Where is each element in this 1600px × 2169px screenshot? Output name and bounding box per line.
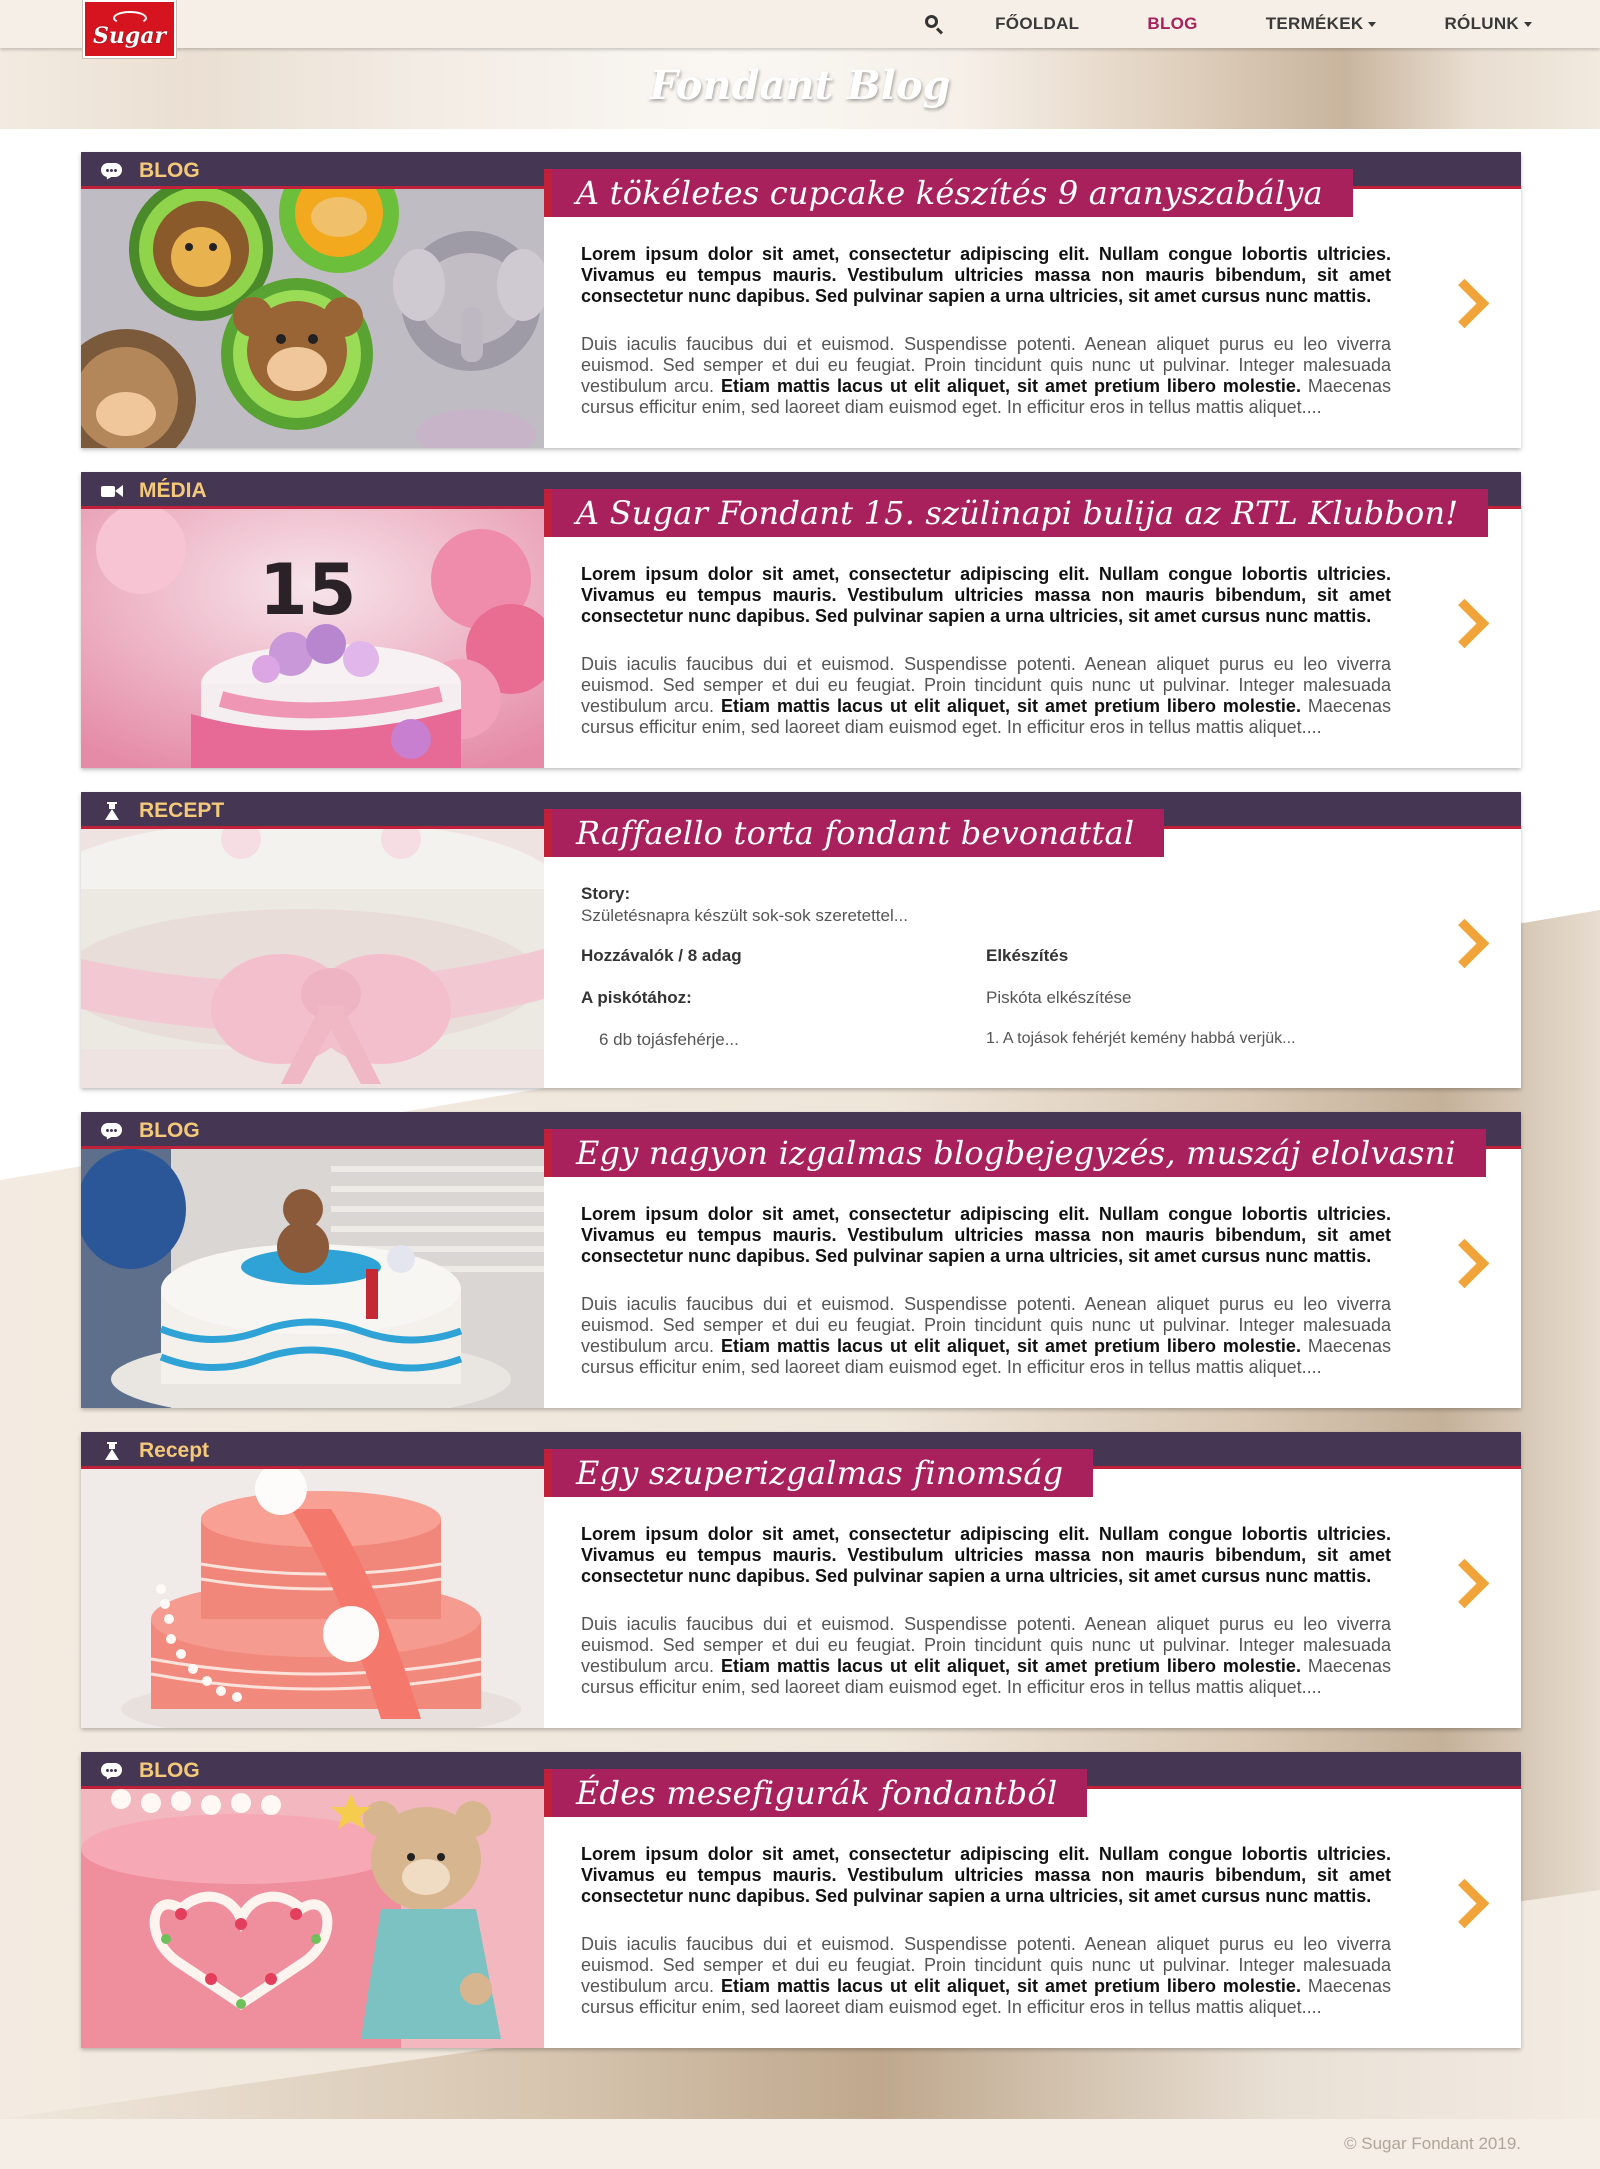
story-text: Születésnapra készült sok-sok szeretette… [581,906,908,925]
post-excerpt: Lorem ipsum dolor sit amet, consectetur … [581,1844,1391,2018]
nav-products-label: TERMÉKEK [1265,14,1364,33]
post-title-text: Raffaello torta fondant bevonattal [576,814,1135,852]
nav-blog[interactable]: BLOG [1147,14,1197,34]
sugar-logo[interactable]: Sugar [82,0,177,59]
post-title-text: A Sugar Fondant 15. szülinapi bulija az … [576,494,1459,532]
post-title[interactable]: Egy nagyon izgalmas blogbejegyzés, muszá… [544,1129,1486,1177]
copyright-text: © Sugar Fondant 2019. [1344,2134,1521,2153]
post-rest: Duis iaculis faucibus dui et euismod. Su… [581,1614,1391,1697]
ingredient-item: 6 db tojásfehérje... [599,1030,739,1049]
post-image-cupcakes[interactable] [81,189,544,448]
post-image-teddy-cake[interactable] [81,1789,544,2048]
post-excerpt: Lorem ipsum dolor sit amet, consectetur … [581,564,1391,738]
post-excerpt: Lorem ipsum dolor sit amet, consectetur … [581,244,1391,418]
chevron-right-icon[interactable] [1445,920,1475,970]
post-card[interactable]: Recept Egy szuperizgalmas finomság Lorem… [81,1432,1521,1728]
preparation-subheader: Piskóta elkészítése [986,988,1132,1007]
recipe-columns: Hozzávalók / 8 adag A piskótához: 6 db t… [581,946,1391,1050]
main-nav: FŐOLDAL BLOG TERMÉKEK RÓLUNK [923,0,1600,48]
chevron-right-icon[interactable] [1445,1560,1475,1610]
video-camera-icon [101,482,123,500]
nav-home-label: FŐOLDAL [995,14,1080,33]
post-title-text: Édes mesefigurák fondantból [576,1774,1058,1812]
post-title[interactable]: A Sugar Fondant 15. szülinapi bulija az … [544,489,1489,537]
flask-icon [101,1441,123,1460]
chat-bubble-icon [101,1122,123,1141]
post-card[interactable]: MÉDIA 15 A Sugar Fondant 15. szülinapi b… [81,472,1521,768]
logo-text: Sugar [92,23,167,49]
recipe-card[interactable]: RECEPT Raffaello torta fondant bevonatta… [81,792,1521,1088]
chevron-right-icon[interactable] [1445,1240,1475,1290]
category-label: BLOG [101,1752,200,1789]
post-lead: Lorem ipsum dolor sit amet, consectetur … [581,1204,1391,1266]
category-text: RECEPT [139,798,225,822]
post-card[interactable]: BLOG Egy nagyon izgalmas blogbejegyzés, … [81,1112,1521,1408]
post-excerpt: Lorem ipsum dolor sit amet, consectetur … [581,1524,1391,1698]
category-label: BLOG [101,1112,200,1149]
post-image-blue-cake[interactable] [81,1149,544,1408]
nav-products[interactable]: TERMÉKEK [1266,14,1377,34]
post-rest: Duis iaculis faucibus dui et euismod. Su… [581,654,1391,737]
search-icon[interactable] [923,13,945,35]
nav-about-label: RÓLUNK [1444,14,1519,33]
flask-icon [101,801,123,820]
chat-bubble-icon [101,162,123,181]
svg-text:15: 15 [259,549,356,631]
chevron-down-icon [1524,21,1532,27]
post-card[interactable]: BLOG A tökéletes cupcake készítés 9 aran… [81,152,1521,448]
post-image-birthday-cake[interactable]: 15 [81,509,544,768]
post-image-coral-cake[interactable] [81,1469,544,1728]
post-rest: Duis iaculis faucibus dui et euismod. Su… [581,1934,1391,2017]
recipe-summary: Story: Születésnapra készült sok-sok sze… [581,884,1391,1050]
chevron-right-icon[interactable] [1445,1880,1475,1930]
post-image-raffaello-cake[interactable] [81,829,544,1088]
post-title[interactable]: Édes mesefigurák fondantból [544,1769,1088,1817]
nav-blog-label: BLOG [1147,14,1198,33]
top-navigation-bar: Sugar FŐOLDAL BLOG TERMÉKEK RÓLUNK [0,0,1600,59]
hero-banner: Fondant Blog [0,48,1600,129]
ingredients-header: Hozzávalók / 8 adag [581,946,742,965]
post-lead: Lorem ipsum dolor sit amet, consectetur … [581,1844,1391,1906]
chevron-down-icon [1368,21,1377,27]
post-title[interactable]: Egy szuperizgalmas finomság [544,1449,1094,1497]
post-title-text: Egy szuperizgalmas finomság [576,1454,1064,1492]
chevron-right-icon[interactable] [1445,280,1475,330]
category-label: BLOG [101,152,200,189]
nav-about[interactable]: RÓLUNK [1444,14,1532,34]
post-rest: Duis iaculis faucibus dui et euismod. Su… [581,334,1391,417]
category-text: Recept [139,1438,210,1462]
post-lead: Lorem ipsum dolor sit amet, consectetur … [581,564,1391,626]
story-label: Story: [581,884,631,903]
post-card[interactable]: BLOG Édes mesefigurák fondantból Lorem i… [81,1752,1521,2048]
category-label: RECEPT [101,792,224,829]
post-rest: Duis iaculis faucibus dui et euismod. Su… [581,1294,1391,1377]
preparation-header: Elkészítés [986,946,1069,965]
preparation-step: 1. A tojások fehérjét kemény habbá verjü… [986,1030,1296,1047]
category-text: BLOG [139,1758,200,1782]
category-text: BLOG [139,158,200,182]
chat-bubble-icon [101,1762,123,1781]
post-lead: Lorem ipsum dolor sit amet, consectetur … [581,244,1391,306]
ingredients-subheader: A piskótához: [581,988,692,1007]
post-lead: Lorem ipsum dolor sit amet, consectetur … [581,1524,1391,1586]
post-title[interactable]: A tökéletes cupcake készítés 9 aranyszab… [544,169,1353,217]
category-text: BLOG [139,1118,200,1142]
post-title[interactable]: Raffaello torta fondant bevonattal [544,809,1165,857]
footer: © Sugar Fondant 2019. [0,2119,1600,2169]
post-excerpt: Lorem ipsum dolor sit amet, consectetur … [581,1204,1391,1378]
page-title: Fondant Blog [649,62,951,109]
category-text: MÉDIA [139,478,207,502]
category-label: MÉDIA [101,472,207,509]
category-label: Recept [101,1432,209,1469]
post-title-text: Egy nagyon izgalmas blogbejegyzés, muszá… [576,1134,1456,1172]
nav-home[interactable]: FŐOLDAL [995,14,1079,34]
ingredients-column: Hozzávalók / 8 adag A piskótához: 6 db t… [581,946,986,1050]
chevron-right-icon[interactable] [1445,600,1475,650]
preparation-column: Elkészítés Piskóta elkészítése 1. A tojá… [986,946,1391,1050]
post-title-text: A tökéletes cupcake készítés 9 aranyszab… [576,174,1323,212]
